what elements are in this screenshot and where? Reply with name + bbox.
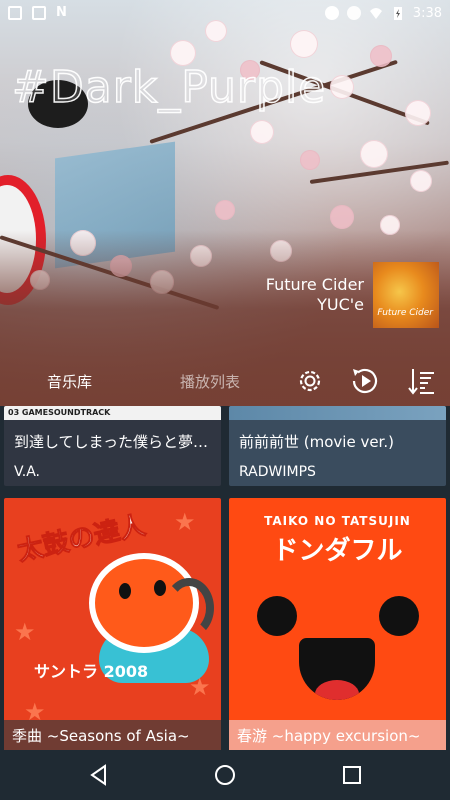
tab-bar: 音乐库 播放列表: [0, 356, 450, 406]
image-icon: [32, 6, 46, 20]
album-art: ★ ★ ★ ★ 太鼓の達人 サントラ 2008: [4, 498, 221, 726]
now-playing-title: Future Cider: [265, 275, 364, 294]
now-playing-artist: YUC'e: [317, 295, 364, 314]
album-card[interactable]: ★ ★ ★ ★ 太鼓の達人 サントラ 2008 季曲 ~Seasons of A…: [4, 498, 221, 753]
sort-icon[interactable]: [405, 365, 437, 397]
replay-play-icon[interactable]: [349, 365, 381, 397]
tab-playlist[interactable]: 播放列表: [180, 371, 240, 392]
header-banner: N 3:38 #Dark_Purple Future Cider YUC'e F…: [0, 0, 450, 406]
album-art: TAIKO NO TATSUJIN ドンダフル: [229, 498, 446, 720]
tab-library[interactable]: 音乐库: [47, 371, 92, 392]
back-icon[interactable]: [87, 763, 111, 787]
alarm-icon: [346, 6, 361, 20]
album-title: 到達してしまった僕らと夢…: [14, 433, 208, 451]
status-time: 3:38: [412, 5, 442, 21]
wifi-icon: [369, 8, 382, 19]
album-artist: RADWIMPS: [239, 464, 316, 480]
home-icon[interactable]: [213, 763, 237, 787]
now-playing-album-art[interactable]: Future Cider: [373, 262, 439, 328]
album-art: 03 GAMESOUNDTRACK: [4, 406, 221, 420]
album-artist: V.A.: [14, 464, 41, 480]
navigation-bar: [0, 750, 450, 800]
image-icon: [8, 6, 22, 20]
battery-charging-icon: [393, 7, 402, 20]
album-title: 前前前世 (movie ver.): [239, 433, 394, 451]
recents-icon[interactable]: [340, 763, 364, 787]
album-title: 季曲 ~Seasons of Asia~: [4, 720, 221, 753]
now-playing-info[interactable]: Future Cider YUC'e: [266, 275, 364, 315]
album-card[interactable]: 03 GAMESOUNDTRACK 到達してしまった僕らと夢… V.A.: [4, 406, 221, 486]
album-title: 春游 ~happy excursion~: [229, 720, 446, 753]
album-card[interactable]: 前前前世 (movie ver.) RADWIMPS: [229, 406, 446, 486]
n-notification-icon: N: [56, 5, 67, 20]
theme-title: #Dark_Purple: [11, 61, 327, 114]
album-card[interactable]: TAIKO NO TATSUJIN ドンダフル 春游 ~happy excurs…: [229, 498, 446, 753]
album-art: [229, 406, 446, 420]
settings-icon[interactable]: [294, 365, 326, 397]
album-grid: 03 GAMESOUNDTRACK 到達してしまった僕らと夢… V.A. 前前前…: [0, 406, 450, 753]
minus-circle-icon: [324, 6, 339, 20]
status-bar: N 3:38: [0, 0, 450, 26]
